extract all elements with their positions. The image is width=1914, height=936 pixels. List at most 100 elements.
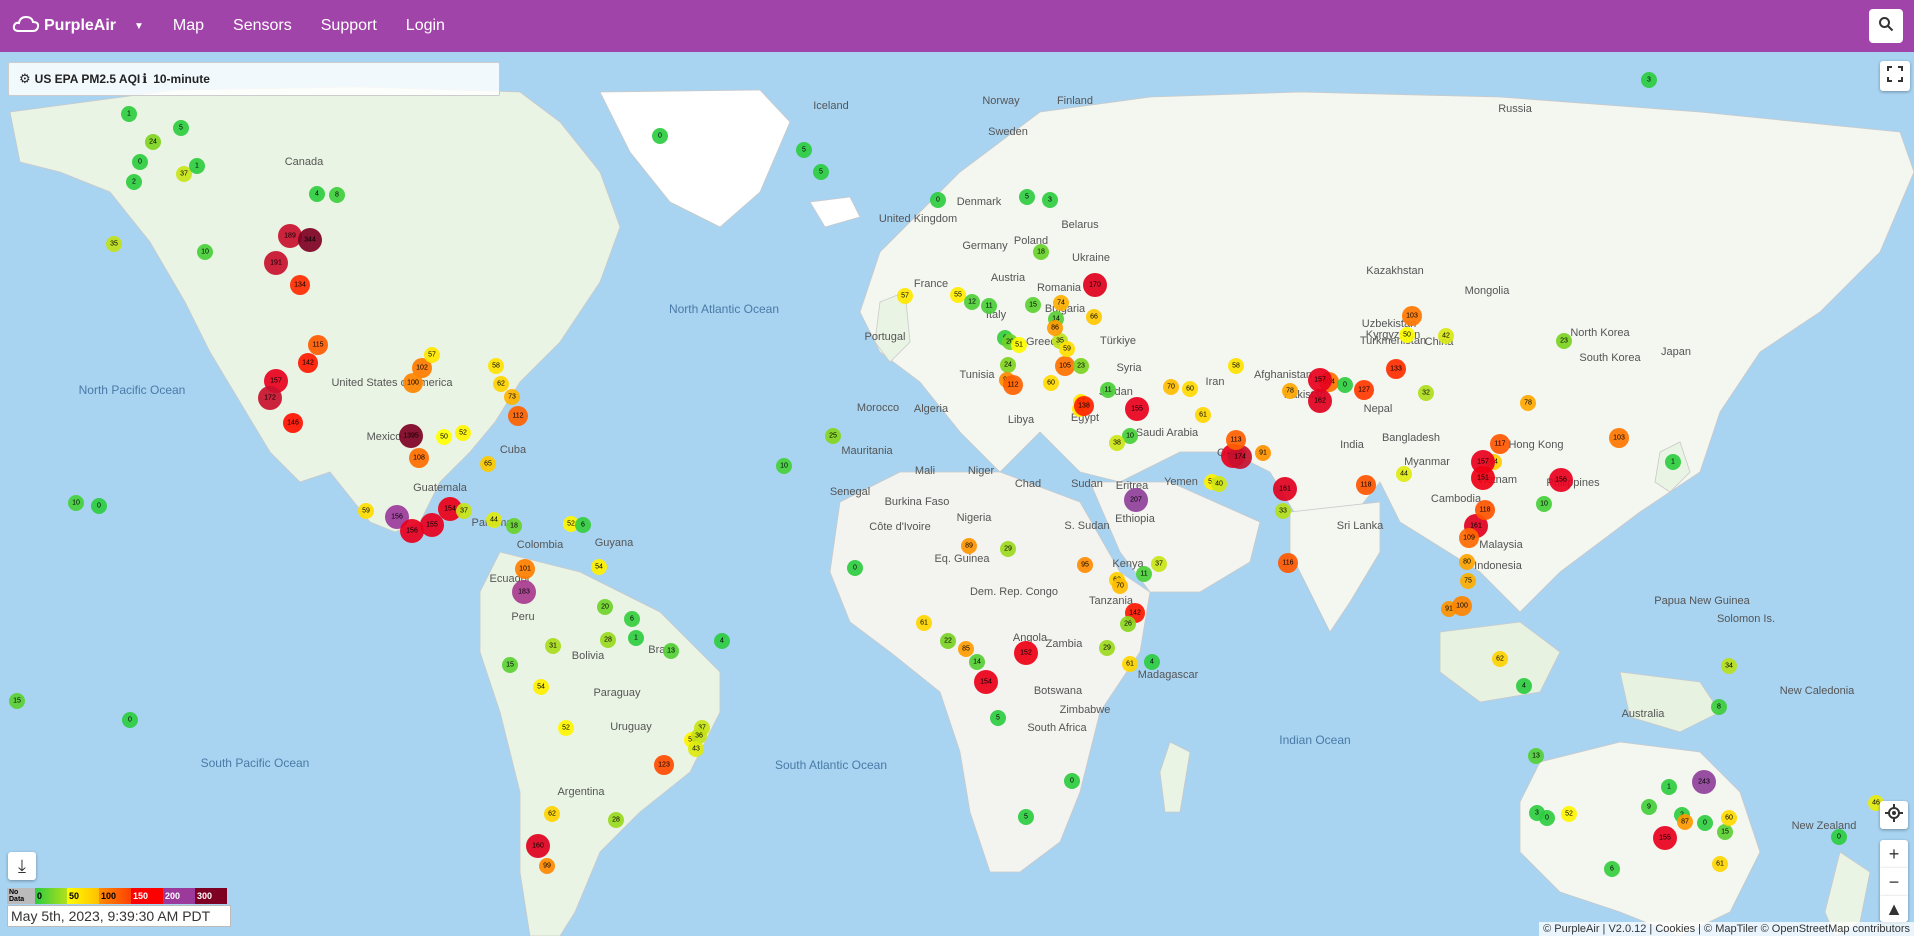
sensor-marker[interactable]: 40 — [1211, 476, 1227, 492]
sensor-marker[interactable]: 0 — [1697, 815, 1713, 831]
info-icon[interactable]: ℹ — [142, 71, 147, 87]
sensor-marker[interactable]: 59 — [1059, 341, 1075, 357]
sensor-marker[interactable]: 156 — [1549, 468, 1573, 492]
sensor-marker[interactable]: 146 — [283, 413, 303, 433]
sensor-marker[interactable]: 99 — [539, 858, 555, 874]
sensor-marker[interactable]: 78 — [1520, 395, 1536, 411]
sensor-marker[interactable]: 207 — [1124, 488, 1148, 512]
sensor-marker[interactable]: 112 — [508, 406, 528, 426]
sensor-marker[interactable]: 60 — [1043, 375, 1059, 391]
sensor-marker[interactable]: 85 — [958, 641, 974, 657]
sensor-marker[interactable]: 160 — [526, 834, 550, 858]
sensor-marker[interactable]: 70 — [1112, 578, 1128, 594]
sensor-marker[interactable]: 61 — [1195, 407, 1211, 423]
sensor-marker[interactable]: 61 — [916, 615, 932, 631]
sensor-marker[interactable]: 18 — [1033, 244, 1049, 260]
sensor-marker[interactable]: 61 — [1122, 656, 1138, 672]
sensor-marker[interactable]: 3 — [1042, 192, 1058, 208]
sensor-marker[interactable]: 52 — [1561, 806, 1577, 822]
map-canvas[interactable]: Canada United States of America Mexico Cuba… — [0, 52, 1914, 936]
sensor-marker[interactable]: 54 — [533, 679, 549, 695]
sensor-marker[interactable]: 0 — [1831, 829, 1847, 845]
sensor-marker[interactable]: 0 — [847, 560, 863, 576]
sensor-marker[interactable]: 161 — [1273, 477, 1297, 501]
gear-icon[interactable]: ⚙ — [19, 71, 31, 87]
sensor-marker[interactable]: 31 — [545, 638, 561, 654]
sensor-marker[interactable]: 55 — [950, 287, 966, 303]
sensor-marker[interactable]: 183 — [512, 580, 536, 604]
sensor-marker[interactable]: 101 — [515, 559, 535, 579]
sensor-marker[interactable]: 142 — [298, 353, 318, 373]
sensor-marker[interactable]: 344 — [298, 228, 322, 252]
sensor-marker[interactable]: 0 — [132, 154, 148, 170]
sensor-marker[interactable]: 20 — [597, 599, 613, 615]
sensor-marker[interactable]: 4 — [1144, 654, 1160, 670]
sensor-marker[interactable]: 87 — [1677, 814, 1693, 830]
sensor-marker[interactable]: 89 — [961, 538, 977, 554]
sensor-marker[interactable]: 23 — [1073, 358, 1089, 374]
sensor-marker[interactable]: 155 — [420, 513, 444, 537]
sensor-marker[interactable]: 133 — [1386, 359, 1406, 379]
sensor-marker[interactable]: 109 — [1459, 528, 1479, 548]
sensor-marker[interactable]: 118 — [1475, 500, 1495, 520]
sensor-marker[interactable]: 70 — [1163, 379, 1179, 395]
sensor-marker[interactable]: 33 — [1275, 503, 1291, 519]
sensor-marker[interactable]: 100 — [403, 373, 423, 393]
sensor-marker[interactable]: 75 — [1460, 573, 1476, 589]
sensor-marker[interactable]: 6 — [624, 611, 640, 627]
sensor-marker[interactable]: 11 — [1136, 566, 1152, 582]
sensor-marker[interactable]: 0 — [1539, 810, 1555, 826]
fullscreen-button[interactable] — [1880, 61, 1910, 91]
sensor-marker[interactable]: 2 — [126, 174, 142, 190]
sensor-marker[interactable]: 0 — [1337, 377, 1353, 393]
sensor-marker[interactable]: 9 — [1641, 799, 1657, 815]
sensor-marker[interactable]: 57 — [424, 347, 440, 363]
chevron-down-icon[interactable]: ▼ — [134, 21, 144, 32]
sensor-marker[interactable]: 58 — [1228, 358, 1244, 374]
sensor-marker[interactable]: 162 — [1308, 389, 1332, 413]
sensor-marker[interactable]: 28 — [608, 812, 624, 828]
sensor-marker[interactable]: 113 — [1226, 430, 1246, 450]
sensor-marker[interactable]: 22 — [940, 633, 956, 649]
sensor-marker[interactable]: 5 — [1018, 809, 1034, 825]
sensor-marker[interactable]: 5 — [813, 164, 829, 180]
sensor-marker[interactable]: 154 — [974, 670, 998, 694]
sensor-marker[interactable]: 3 — [1641, 72, 1657, 88]
sensor-marker[interactable]: 157 — [1308, 368, 1332, 392]
nav-login[interactable]: Login — [406, 17, 445, 35]
sensor-marker[interactable]: 59 — [358, 503, 374, 519]
sensor-marker[interactable]: 25 — [825, 428, 841, 444]
sensor-marker[interactable]: 134 — [290, 275, 310, 295]
sensor-marker[interactable]: 172 — [258, 386, 282, 410]
sensor-marker[interactable]: 152 — [1014, 641, 1038, 665]
sensor-marker[interactable]: 112 — [1003, 375, 1023, 395]
sensor-marker[interactable]: 42 — [1438, 328, 1454, 344]
sensor-marker[interactable]: 15 — [1717, 824, 1733, 840]
sensor-marker[interactable]: 60 — [1182, 381, 1198, 397]
sensor-marker[interactable]: 105 — [1055, 356, 1075, 376]
metric-selector[interactable]: US EPA PM2.5 AQI — [35, 72, 141, 86]
sensor-marker[interactable]: 0 — [930, 192, 946, 208]
sensor-marker[interactable]: 10 — [776, 458, 792, 474]
sensor-marker[interactable]: 4 — [309, 186, 325, 202]
sensor-marker[interactable]: 0 — [91, 498, 107, 514]
sensor-marker[interactable]: 15 — [1025, 297, 1041, 313]
sensor-marker[interactable]: 57 — [897, 288, 913, 304]
sensor-marker[interactable]: 15 — [9, 693, 25, 709]
geolocate-button[interactable] — [1880, 801, 1908, 829]
sensor-marker[interactable]: 11 — [1100, 382, 1116, 398]
sensor-marker[interactable]: 6 — [575, 517, 591, 533]
nav-sensors[interactable]: Sensors — [233, 17, 292, 35]
sensor-marker[interactable]: 1 — [121, 106, 137, 122]
sensor-marker[interactable]: 1395 — [399, 424, 423, 448]
sensor-marker[interactable]: 62 — [1492, 651, 1508, 667]
sensor-marker[interactable]: 5 — [796, 142, 812, 158]
sensor-marker[interactable]: 5 — [990, 710, 1006, 726]
sensor-marker[interactable]: 38 — [1109, 435, 1125, 451]
sensor-marker[interactable]: 54 — [591, 559, 607, 575]
sensor-marker[interactable]: 189 — [278, 224, 302, 248]
sensor-marker[interactable]: 103 — [1402, 306, 1422, 326]
sensor-marker[interactable]: 14 — [969, 654, 985, 670]
sensor-marker[interactable]: 24 — [145, 134, 161, 150]
sensor-marker[interactable]: 50 — [1399, 327, 1415, 343]
